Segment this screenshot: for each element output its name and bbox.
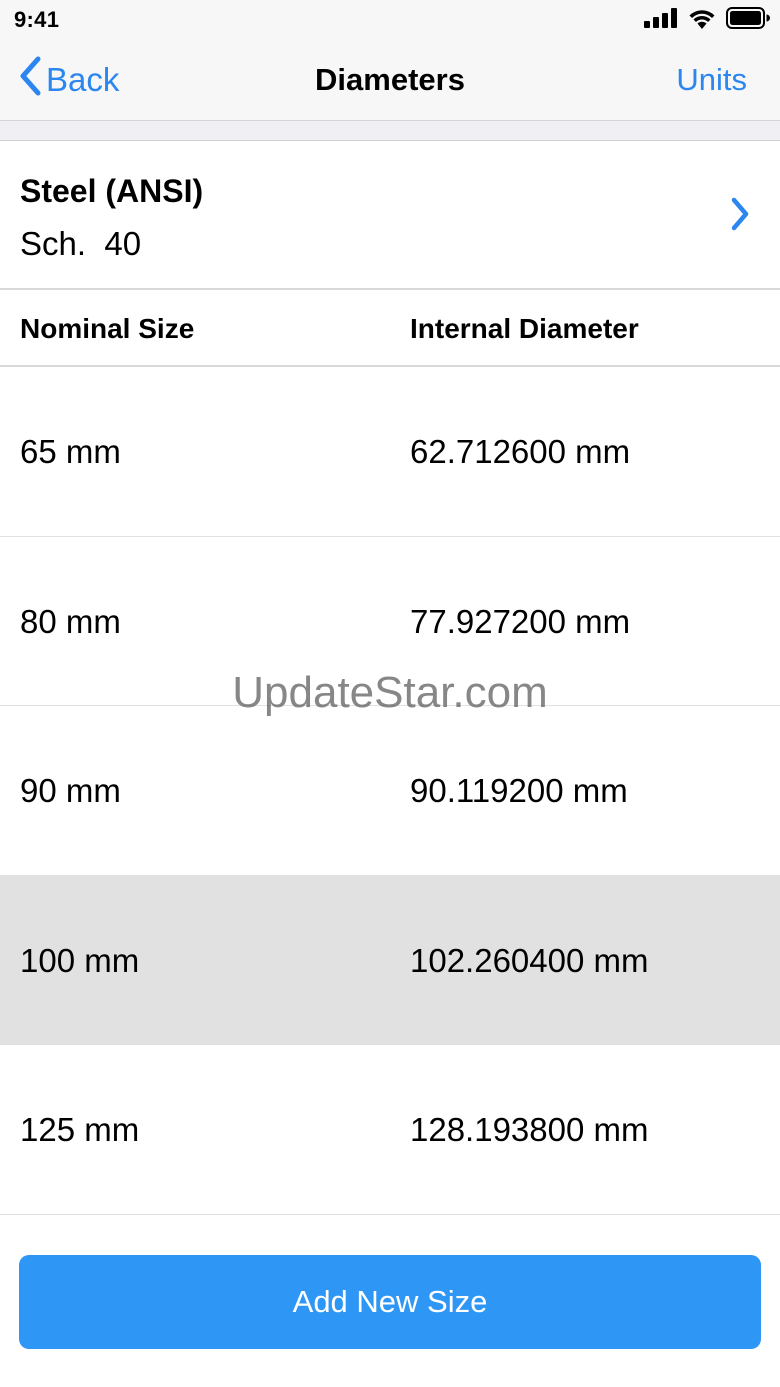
internal-diameter-cell: 128.193800 mm [410,1111,649,1148]
material-name: Steel (ANSI) [20,173,204,209]
back-label: Back [46,61,120,98]
nominal-size-cell: 65 mm [20,433,121,470]
chevron-left-icon [18,56,46,104]
table-header: Nominal Size Internal Diameter [0,290,780,367]
diameter-table: 65 mm 62.712600 mm 80 mm 77.927200 mm 90… [0,367,780,1215]
chevron-right-icon [730,197,750,236]
units-button[interactable]: Units [676,40,747,120]
nominal-size-cell: 80 mm [20,602,121,640]
internal-diameter-cell: 77.927200 mm [410,602,631,640]
status-bar: 9:41 [0,0,780,40]
nominal-size-cell: 125 mm [20,1111,140,1148]
wifi-icon [688,7,716,34]
back-button[interactable]: Back [18,40,119,120]
table-row[interactable]: 80 mm 77.927200 mm [0,536,780,706]
internal-diameter-cell: 62.712600 mm [410,433,631,470]
material-schedule: Sch. 40 [20,225,142,262]
table-row[interactable]: 125 mm 128.193800 mm [0,1045,780,1215]
internal-diameter-cell: 90.119200 mm [410,772,628,809]
table-row[interactable]: 65 mm 62.712600 mm [0,367,780,537]
internal-diameter-cell: 102.260400 mm [410,941,649,979]
battery-icon [726,6,770,34]
nominal-size-cell: 100 mm [20,941,140,979]
status-time: 9:41 [14,7,60,32]
navigation-bar: Back Diameters Units [0,40,780,121]
nominal-size-cell: 90 mm [20,772,121,809]
status-icons [644,6,770,34]
header-nominal-size: Nominal Size [20,313,195,344]
material-selector-row[interactable]: Steel (ANSI) Sch. 40 [0,141,780,290]
table-row[interactable]: 90 mm 90.119200 mm [0,706,780,876]
section-separator [0,121,780,141]
cellular-signal-icon [644,7,678,33]
table-row[interactable]: 100 mm 102.260400 mm [0,875,780,1045]
header-internal-diameter: Internal Diameter [410,313,639,344]
add-new-size-button[interactable]: Add New Size [19,1255,761,1349]
